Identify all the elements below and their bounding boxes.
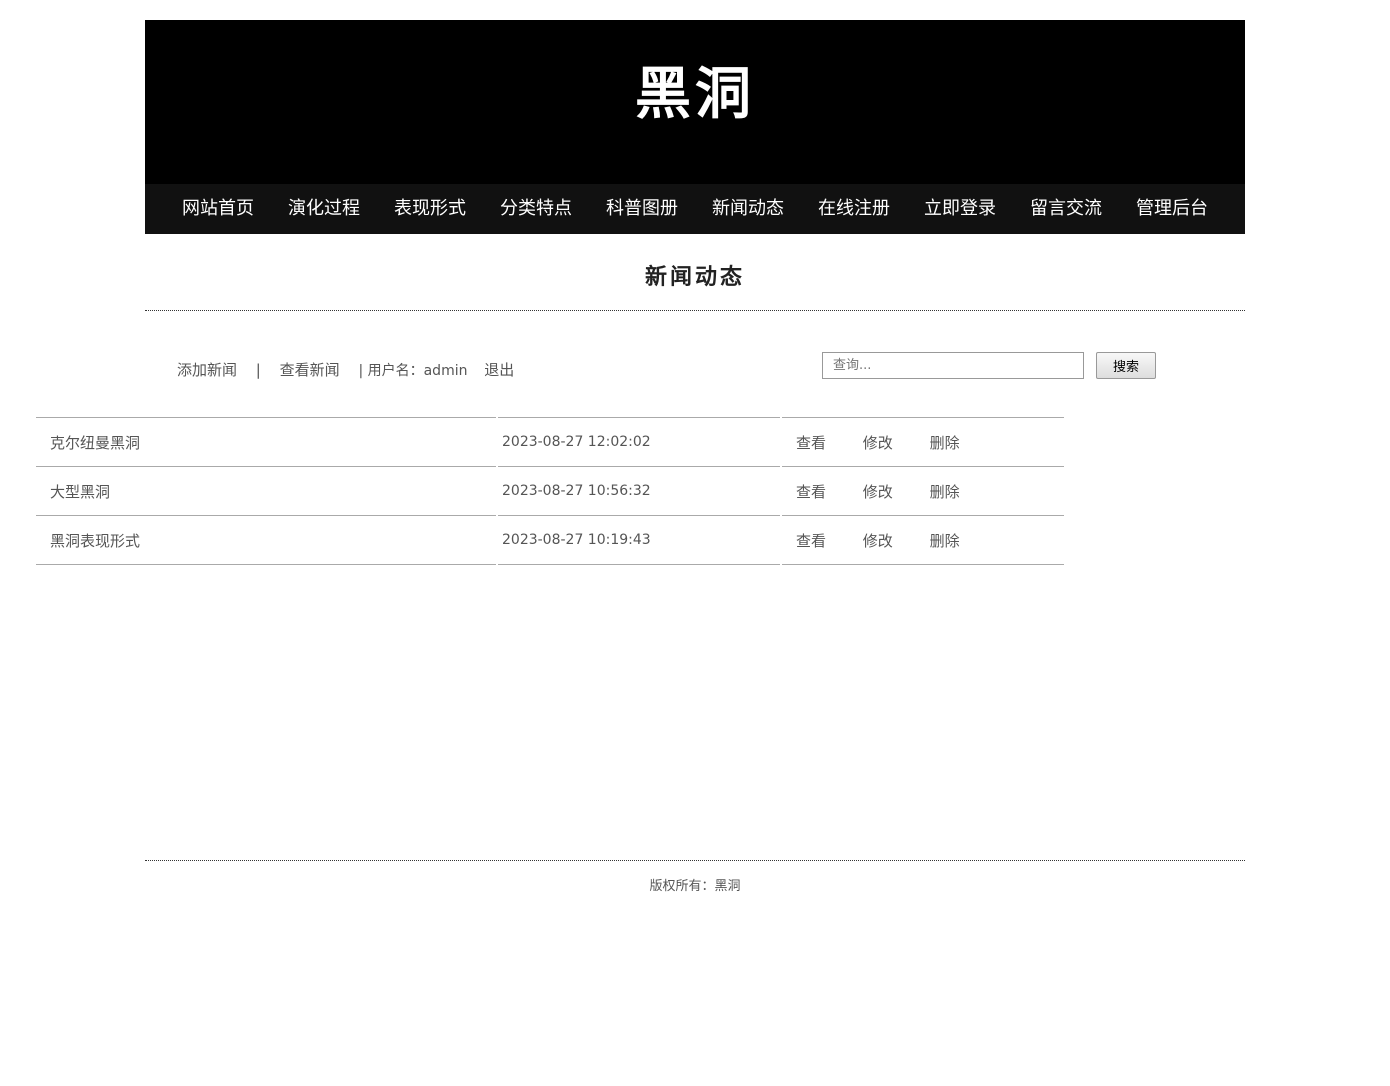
nav-item-home[interactable]: 网站首页 [165, 184, 271, 234]
delete-news-button[interactable]: 删除 [930, 434, 960, 452]
view-news-link[interactable]: 查看新闻 [280, 361, 340, 379]
nav-item-evolution[interactable]: 演化过程 [271, 184, 377, 234]
nav-item-messages[interactable]: 留言交流 [1013, 184, 1119, 234]
nav-item-classification[interactable]: 分类特点 [483, 184, 589, 234]
delete-news-button[interactable]: 删除 [930, 483, 960, 501]
news-actions: 查看 修改 删除 [782, 417, 1064, 466]
header-banner: 黑洞 [145, 20, 1245, 184]
news-time: 2023-08-27 12:02:02 [498, 417, 780, 466]
view-news-button[interactable]: 查看 [796, 434, 826, 452]
nav-item-admin[interactable]: 管理后台 [1119, 184, 1225, 234]
username-label: | 用户名：admin [358, 363, 468, 379]
news-actions: 查看 修改 删除 [782, 515, 1064, 565]
search-input[interactable] [822, 352, 1084, 379]
news-title: 大型黑洞 [36, 466, 496, 515]
edit-news-button[interactable]: 修改 [863, 434, 893, 452]
news-title: 黑洞表现形式 [36, 515, 496, 565]
nav-item-gallery[interactable]: 科普图册 [589, 184, 695, 234]
news-actions: 查看 修改 删除 [782, 466, 1064, 515]
add-news-link[interactable]: 添加新闻 [177, 361, 237, 379]
page-title: 新闻动态 [644, 264, 745, 290]
nav-item-login[interactable]: 立即登录 [907, 184, 1013, 234]
footer-divider [145, 860, 1245, 861]
toolbar-separator: | [255, 361, 261, 379]
edit-news-button[interactable]: 修改 [863, 483, 893, 501]
table-row: 大型黑洞 2023-08-27 10:56:32 查看 修改 删除 [36, 466, 1064, 515]
nav-item-news[interactable]: 新闻动态 [695, 184, 801, 234]
view-news-button[interactable]: 查看 [796, 483, 826, 501]
toolbar-links: 添加新闻 | 查看新闻 | 用户名：admin 退出 [177, 359, 514, 380]
news-time: 2023-08-27 10:56:32 [498, 466, 780, 515]
logout-link[interactable]: 退出 [484, 361, 514, 379]
news-time: 2023-08-27 10:19:43 [498, 515, 780, 565]
nav-item-forms[interactable]: 表现形式 [377, 184, 483, 234]
search-button[interactable]: 搜索 [1096, 352, 1156, 379]
main-nav: 网站首页 演化过程 表现形式 分类特点 科普图册 新闻动态 在线注册 立即登录 … [145, 184, 1245, 234]
edit-news-button[interactable]: 修改 [863, 532, 893, 550]
delete-news-button[interactable]: 删除 [930, 532, 960, 550]
site-title: 黑洞 [635, 61, 755, 127]
page-wrapper: 黑洞 网站首页 演化过程 表现形式 分类特点 科普图册 新闻动态 在线注册 立即… [145, 20, 1245, 441]
table-row: 克尔纽曼黑洞 2023-08-27 12:02:02 查看 修改 删除 [36, 417, 1064, 466]
view-news-button[interactable]: 查看 [796, 532, 826, 550]
table-row: 黑洞表现形式 2023-08-27 10:19:43 查看 修改 删除 [36, 515, 1064, 565]
news-title: 克尔纽曼黑洞 [36, 417, 496, 466]
news-table: 克尔纽曼黑洞 2023-08-27 12:02:02 查看 修改 删除 大型黑洞… [34, 417, 1066, 565]
nav-item-register[interactable]: 在线注册 [801, 184, 907, 234]
footer-copyright: 版权所有：黑洞 [649, 879, 741, 894]
